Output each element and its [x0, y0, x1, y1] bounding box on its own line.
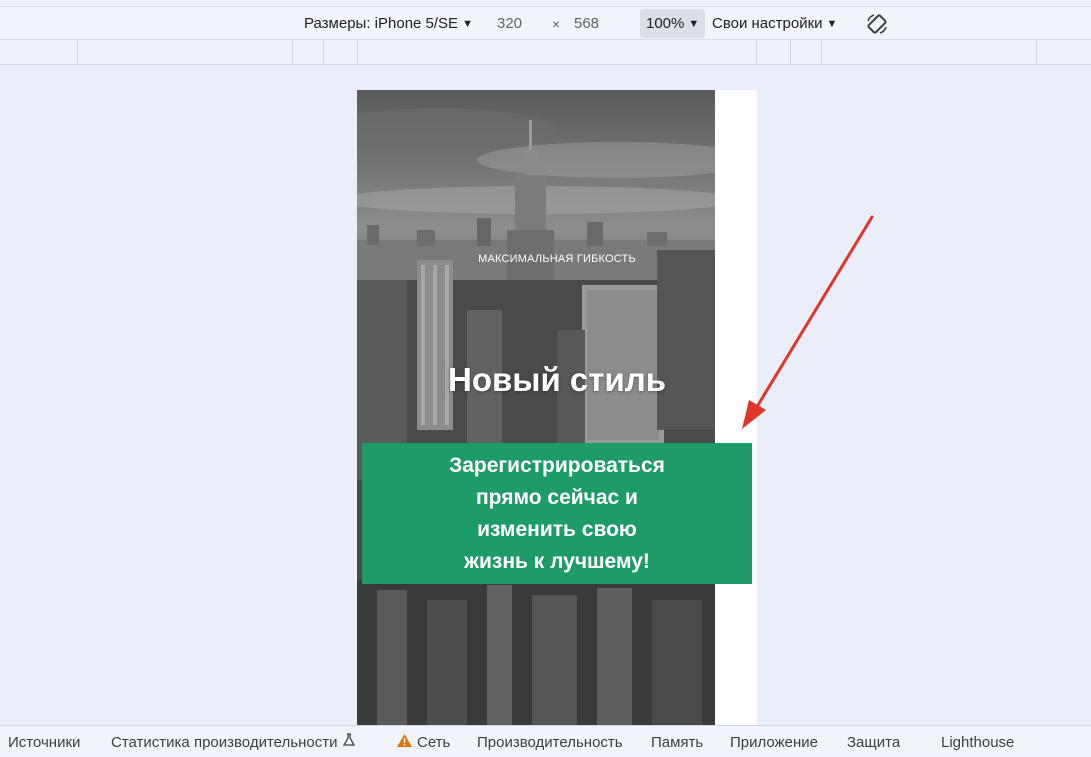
device-viewport: МАКСИМАЛЬНАЯ ГИБКОСТЬ Новый стиль Зареги…	[357, 90, 757, 725]
device-select[interactable]: Размеры: iPhone 5/SE ▼	[304, 7, 473, 40]
cta-line: жизнь к лучшему!	[464, 549, 650, 573]
ruler-tick	[790, 40, 791, 64]
tab-performance-insights[interactable]: Статистика производительности	[111, 726, 356, 757]
city-skyline-image	[357, 108, 715, 725]
ruler-tick	[357, 40, 358, 64]
tab-performance[interactable]: Производительность	[477, 726, 623, 757]
cta-line: прямо сейчас и	[476, 485, 638, 509]
zoom-label: 100%	[646, 15, 685, 32]
height-input[interactable]: 568	[574, 7, 599, 40]
media-query-ruler	[0, 39, 1091, 65]
tab-label: Статистика производительности	[111, 733, 338, 751]
caret-down-icon: ▼	[826, 17, 838, 30]
device-toolbar: Размеры: iPhone 5/SE ▼ 320 × 568 100% ▼ …	[0, 6, 1091, 39]
annotation-arrow-icon	[742, 215, 874, 429]
cta-line: изменить свою	[477, 517, 637, 541]
throttle-select[interactable]: Свои настройки ▼	[712, 7, 837, 40]
ruler-tick	[1036, 40, 1037, 64]
hero-background	[357, 90, 715, 725]
tab-label: Память	[651, 733, 704, 751]
ruler-tick	[756, 40, 757, 64]
device-select-label: Размеры: iPhone 5/SE	[304, 15, 459, 32]
ruler-tick	[77, 40, 78, 64]
tab-label: Производительность	[477, 733, 623, 751]
ruler-tick	[292, 40, 293, 64]
ruler-tick	[821, 40, 822, 64]
zoom-select[interactable]: 100% ▼	[640, 9, 706, 38]
warning-icon	[397, 733, 412, 751]
width-input[interactable]: 320	[497, 7, 522, 40]
ruler-tick	[323, 40, 324, 64]
tab-label: Источники	[8, 733, 81, 751]
tab-label: Lighthouse	[941, 733, 1015, 751]
tab-lighthouse[interactable]: Lighthouse	[941, 726, 1014, 757]
caret-down-icon: ▼	[688, 17, 700, 30]
tab-network[interactable]: Сеть	[397, 726, 450, 757]
hero-title: Новый стиль	[448, 361, 666, 398]
throttle-label: Свои настройки	[712, 15, 823, 32]
tab-label: Защита	[847, 733, 901, 751]
cta-line: Зарегистрироваться	[449, 453, 665, 477]
tab-label: Приложение	[730, 733, 818, 751]
devtools-panel-tabs: Источники Статистика производительности …	[0, 725, 1091, 757]
tab-memory[interactable]: Память	[651, 726, 703, 757]
tab-application[interactable]: Приложение	[730, 726, 818, 757]
register-cta-button[interactable]: Зарегистрироваться прямо сейчас и измени…	[362, 443, 752, 584]
flask-icon	[343, 733, 356, 751]
caret-down-icon: ▼	[462, 17, 473, 30]
cta-label: Зарегистрироваться прямо сейчас и измени…	[449, 450, 665, 578]
tab-label: Сеть	[417, 733, 451, 751]
tab-security[interactable]: Защита	[847, 726, 900, 757]
tab-sources[interactable]: Источники	[8, 726, 80, 757]
hero-eyebrow: МАКСИМАЛЬНАЯ ГИБКОСТЬ	[478, 253, 636, 265]
rotate-icon[interactable]	[865, 7, 889, 40]
dimension-separator: ×	[552, 15, 561, 32]
